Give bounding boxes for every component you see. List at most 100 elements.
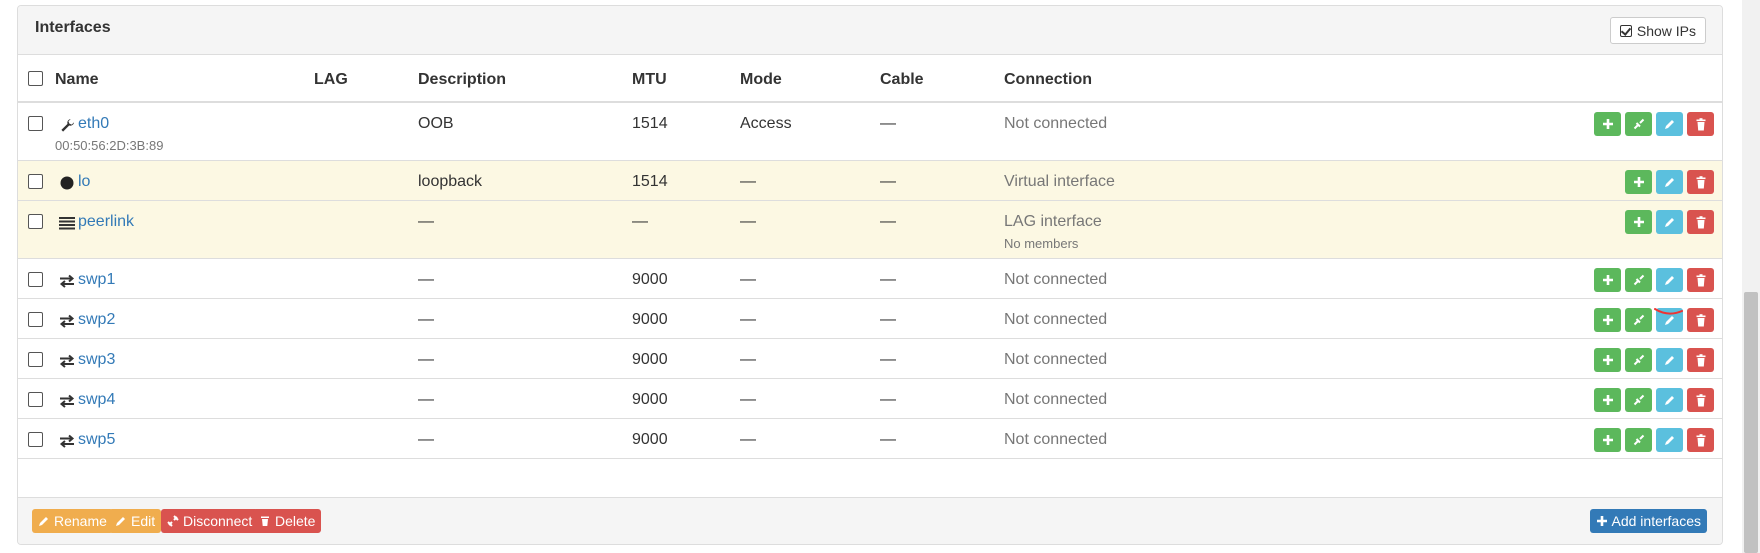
- row-checkbox[interactable]: [28, 174, 43, 189]
- plus-icon: [1596, 516, 1607, 526]
- table-header: Name LAG Description MTU Mode Cable Conn…: [18, 55, 1722, 103]
- pencil-icon: [1664, 176, 1676, 188]
- row-checkbox[interactable]: [28, 392, 43, 407]
- mode-value: Access: [740, 115, 792, 132]
- connect-button[interactable]: [1625, 308, 1652, 332]
- add-interfaces-button[interactable]: Add interfaces: [1589, 509, 1707, 533]
- edit-button[interactable]: [1656, 348, 1683, 372]
- connection-value: Not connected: [1004, 431, 1108, 448]
- mtu-value: 9000: [632, 391, 668, 408]
- edit-button[interactable]: Edit: [109, 509, 162, 533]
- row-checkbox[interactable]: [28, 352, 43, 367]
- row-checkbox[interactable]: [28, 214, 43, 229]
- plus-icon: [1633, 176, 1645, 188]
- pencil-icon: [1664, 394, 1676, 406]
- table-row: eth0 00:50:56:2D:3B:89 OOB 1514 Access — Not c…: [18, 103, 1722, 161]
- connect-button[interactable]: [1625, 348, 1652, 372]
- interface-name-link[interactable]: lo: [78, 173, 90, 191]
- trash-icon: [1695, 353, 1707, 367]
- edit-button[interactable]: [1656, 428, 1683, 452]
- plus-icon: [1602, 434, 1614, 446]
- interface-name-link[interactable]: eth0: [78, 115, 109, 133]
- interface-name-link[interactable]: swp5: [78, 431, 115, 449]
- wrench-icon: [59, 117, 75, 133]
- delete-button[interactable]: [1687, 268, 1714, 292]
- scrollbar[interactable]: [1742, 0, 1760, 553]
- rename-button[interactable]: Rename: [32, 509, 113, 533]
- row-checkbox[interactable]: [28, 272, 43, 287]
- disconnect-label: Disconnect: [183, 513, 253, 529]
- pencil-icon: [1664, 354, 1676, 366]
- connection-value: LAG interface: [1004, 213, 1102, 230]
- plus-icon: [1602, 354, 1614, 366]
- connection-value: Not connected: [1004, 115, 1108, 132]
- interfaces-panel: Interfaces Show IPs Name LAG Description…: [17, 5, 1723, 545]
- mtu-value: 9000: [632, 271, 668, 288]
- pencil-icon: [1664, 118, 1676, 130]
- row-checkbox[interactable]: [28, 312, 43, 327]
- delete-button[interactable]: [1687, 112, 1714, 136]
- delete-button[interactable]: [1687, 348, 1714, 372]
- connection-value: Not connected: [1004, 351, 1108, 368]
- row-checkbox[interactable]: [28, 432, 43, 447]
- delete-button[interactable]: [1687, 428, 1714, 452]
- table-row: swp5 — 9000 — — Not connected: [18, 419, 1722, 459]
- scrollbar-thumb[interactable]: [1744, 292, 1758, 553]
- delete-button[interactable]: [1687, 170, 1714, 194]
- trash-icon: [1695, 117, 1707, 131]
- pencil-icon: [1664, 216, 1676, 228]
- show-ips-button[interactable]: Show IPs: [1609, 17, 1706, 44]
- interface-name-link[interactable]: peerlink: [78, 213, 134, 231]
- pencil-icon: [1664, 274, 1676, 286]
- edit-button[interactable]: [1656, 210, 1683, 234]
- table-body: eth0 00:50:56:2D:3B:89 OOB 1514 Access — Not c…: [18, 103, 1722, 459]
- row-checkbox[interactable]: [28, 116, 43, 131]
- delete-button[interactable]: [1687, 308, 1714, 332]
- edit-button[interactable]: [1656, 112, 1683, 136]
- rename-label: Rename: [54, 513, 107, 529]
- plus-icon: [1602, 314, 1614, 326]
- mtu-value: 1514: [632, 115, 668, 132]
- delete-button[interactable]: [1687, 388, 1714, 412]
- add-button[interactable]: [1594, 388, 1621, 412]
- add-button[interactable]: [1625, 170, 1652, 194]
- edit-button[interactable]: [1656, 388, 1683, 412]
- select-all-checkbox[interactable]: [28, 71, 43, 86]
- circle-icon: [59, 175, 75, 191]
- trash-icon: [1695, 313, 1707, 327]
- connect-button[interactable]: [1625, 268, 1652, 292]
- interface-name-link[interactable]: swp2: [78, 311, 115, 329]
- connect-icon: [1633, 354, 1645, 366]
- list-icon: [59, 215, 75, 231]
- edit-button[interactable]: [1656, 170, 1683, 194]
- column-header-name: Name: [55, 71, 99, 88]
- disconnect-button[interactable]: Disconnect: [161, 509, 259, 533]
- cable-value: —: [880, 391, 896, 408]
- add-button[interactable]: [1594, 428, 1621, 452]
- connect-button[interactable]: [1625, 388, 1652, 412]
- add-button[interactable]: [1594, 268, 1621, 292]
- plus-icon: [1602, 394, 1614, 406]
- cable-value: —: [880, 213, 896, 230]
- add-button[interactable]: [1594, 348, 1621, 372]
- row-actions: [1594, 268, 1714, 292]
- cable-value: —: [880, 271, 896, 288]
- description-value: —: [418, 311, 434, 328]
- connect-button[interactable]: [1625, 112, 1652, 136]
- interface-name-link[interactable]: swp4: [78, 391, 115, 409]
- add-button[interactable]: [1594, 308, 1621, 332]
- delete-button[interactable]: [1687, 210, 1714, 234]
- row-actions: [1625, 210, 1714, 234]
- add-button[interactable]: [1625, 210, 1652, 234]
- interface-name-link[interactable]: swp1: [78, 271, 115, 289]
- interface-name-link[interactable]: swp3: [78, 351, 115, 369]
- table-row: swp1 — 9000 — — Not connected: [18, 259, 1722, 299]
- table-row: swp2 — 9000 — — Not connected: [18, 299, 1722, 339]
- connect-button[interactable]: [1625, 428, 1652, 452]
- add-button[interactable]: [1594, 112, 1621, 136]
- description-value: —: [418, 431, 434, 448]
- delete-button[interactable]: Delete: [253, 509, 322, 533]
- trash-icon: [1695, 433, 1707, 447]
- cable-value: —: [880, 115, 896, 132]
- edit-button[interactable]: [1656, 268, 1683, 292]
